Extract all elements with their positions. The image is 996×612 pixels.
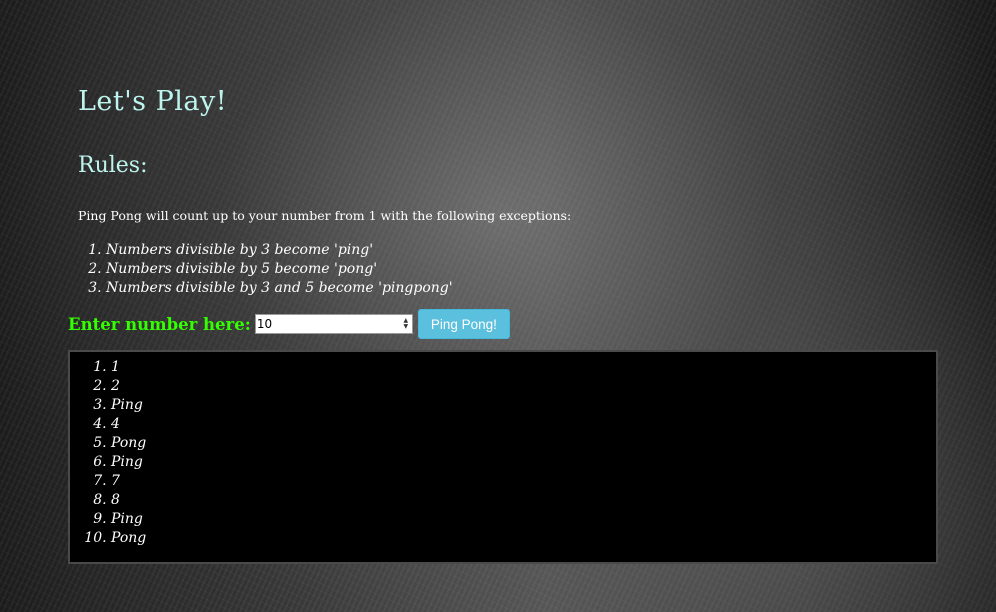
rule-item: Numbers divisible by 3 and 5 become 'pin… bbox=[106, 279, 453, 298]
result-item: Pong bbox=[111, 529, 936, 548]
rules-intro: Ping Pong will count up to your number f… bbox=[78, 208, 572, 223]
rules-list: Numbers divisible by 3 become 'ping' Num… bbox=[78, 241, 453, 298]
spinner-down-icon[interactable]: ▼ bbox=[404, 324, 409, 330]
results-list: 1 2 Ping 4 Pong Ping 7 8 Ping Pong bbox=[70, 352, 936, 548]
page-title: Let's Play! bbox=[78, 86, 228, 117]
rules-heading: Rules: bbox=[78, 153, 148, 178]
number-spinner[interactable]: ▲ ▼ bbox=[400, 315, 412, 333]
result-item: 7 bbox=[111, 472, 936, 491]
number-label: Enter number here: bbox=[68, 314, 251, 334]
result-item: 1 bbox=[111, 358, 936, 377]
result-item: Ping bbox=[111, 510, 936, 529]
result-item: Pong bbox=[111, 434, 936, 453]
ping-pong-button[interactable]: Ping Pong! bbox=[417, 309, 510, 339]
number-field[interactable]: ▲ ▼ bbox=[254, 314, 413, 334]
result-item: Ping bbox=[111, 453, 936, 472]
result-item: 4 bbox=[111, 415, 936, 434]
results-panel: 1 2 Ping 4 Pong Ping 7 8 Ping Pong bbox=[68, 350, 938, 564]
rule-item: Numbers divisible by 5 become 'pong' bbox=[106, 260, 453, 279]
result-item: 8 bbox=[111, 491, 936, 510]
number-form: Enter number here: ▲ ▼ Ping Pong! bbox=[68, 309, 510, 339]
number-input[interactable] bbox=[255, 315, 396, 333]
rule-item: Numbers divisible by 3 become 'ping' bbox=[106, 241, 453, 260]
result-item: Ping bbox=[111, 396, 936, 415]
result-item: 2 bbox=[111, 377, 936, 396]
